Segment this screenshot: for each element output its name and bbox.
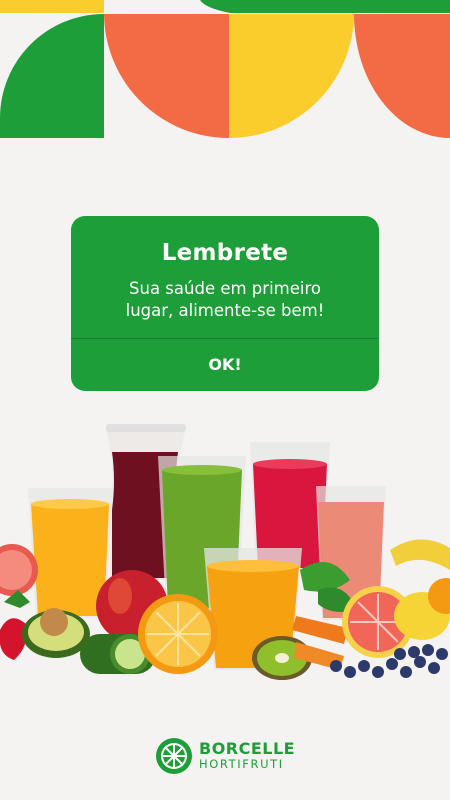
ok-button[interactable]: OK! (71, 339, 379, 391)
alert-message: Sua saúde em primeiro lugar, alimente-se… (91, 278, 359, 322)
decorative-header-shapes (0, 0, 450, 140)
brand-text: BORCELLE HORTIFRUTI (199, 741, 295, 771)
brand-name: BORCELLE (199, 739, 296, 759)
citrus-slice-icon (156, 738, 192, 774)
alert-title: Lembrete (161, 240, 289, 266)
juices-and-fruits-illustration (0, 424, 450, 680)
alert-message-line2: lugar, alimente-se bem! (125, 301, 325, 320)
alert-message-line1: Sua saúde em primeiro (129, 279, 321, 298)
reminder-alert: Lembrete Sua saúde em primeiro lugar, al… (71, 216, 379, 391)
brand-logo: BORCELLE HORTIFRUTI (155, 736, 295, 776)
brand-subtitle: HORTIFRUTI (199, 757, 284, 772)
